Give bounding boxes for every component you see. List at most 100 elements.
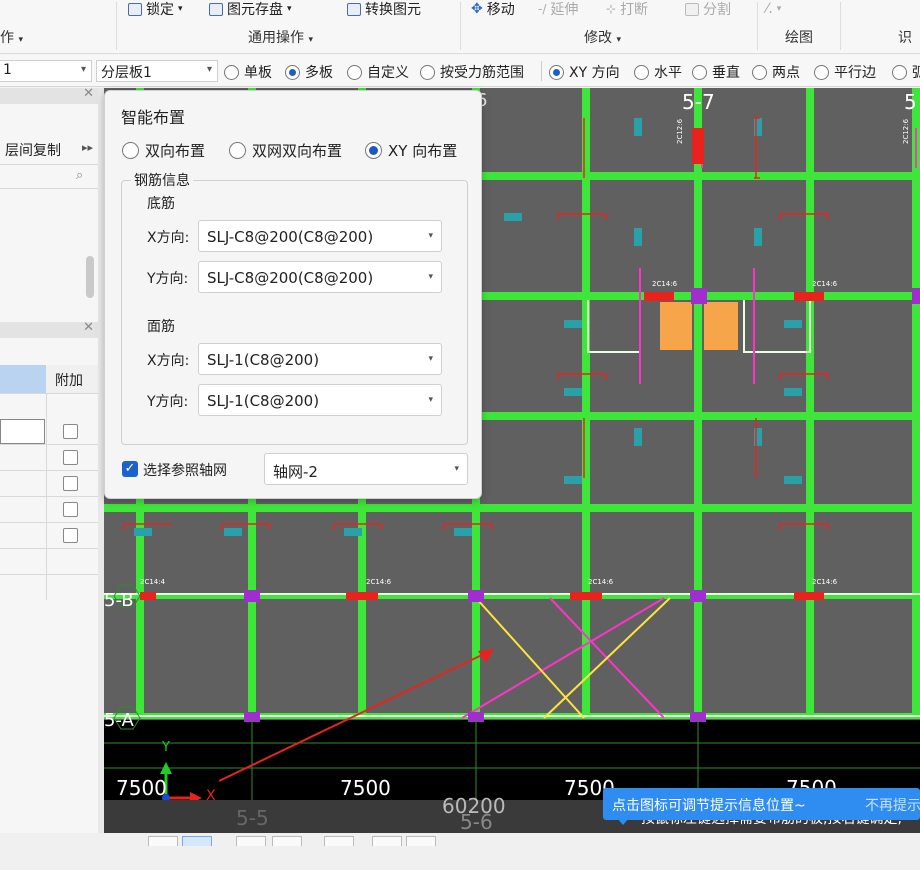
bottom-rebar-label: 底筋 [147,196,175,212]
dismiss-hint-link[interactable]: 不再提示 [865,795,920,815]
opening [660,302,692,350]
axis-label-bottom: 5-5 [236,806,269,830]
close-icon[interactable]: ✕ [83,320,94,335]
span-dimension: 7500 [340,776,391,800]
hint-tooltip[interactable]: 点击图标可调节提示信息位置~ 不再提示 [603,788,920,825]
rebar-label: 2C14:6 [812,578,838,586]
split-button[interactable]: 分割 [685,0,731,18]
chevron-down-icon: ▾ [454,464,459,474]
move-button[interactable]: ✥ 移动 [471,0,515,18]
radio-bidirectional[interactable]: 双向布置 [122,140,205,161]
bottom-x-select[interactable]: SLJ-C8@200(C8@200) ▾ [198,220,442,252]
draw-tool-button[interactable]: ⁄. ▾ [766,0,781,18]
dialog-title: 智能布置 [121,108,186,127]
panel-titlebar: ✕ [0,320,98,338]
divider [541,61,542,81]
group-modify[interactable]: 修改 ▾ [584,27,621,47]
radio-icon [420,64,435,80]
divider [840,2,841,50]
divider [460,2,461,50]
scrollbar-thumb[interactable] [86,256,94,298]
group-draw: 绘图 [785,30,813,46]
extend-icon: -/ [538,2,547,16]
toolbar-button[interactable] [182,836,212,846]
chevron-down-icon: ▾ [206,64,212,75]
steel-info-label: 钢筋信息 [131,170,193,190]
save-element-icon [209,2,223,16]
toolbar-button[interactable] [148,836,178,846]
pen-icon: ⁄. [766,1,773,17]
chevron-down-icon: ▾ [428,272,433,282]
axis-label-left: 5-B [104,590,134,611]
span-dimension: 7500 [116,776,167,800]
radio-by-rebar-range[interactable]: 按受力筋范围 [420,62,524,82]
extend-button[interactable]: -/ 延伸 [538,0,578,18]
divider [0,164,98,165]
bottom-y-select[interactable]: SLJ-C8@200(C8@200) ▾ [198,261,442,293]
group-common-ops[interactable]: 通用操作 ▾ [248,27,313,47]
radio-custom[interactable]: 自定义 [347,62,409,82]
radio-vertical[interactable]: 垂直 [692,62,740,82]
axis-label-left: 5-A [104,710,134,731]
top-y-select[interactable]: SLJ-1(C8@200) ▾ [198,384,442,416]
radio-icon [122,142,139,159]
toolbar-button[interactable] [236,836,266,846]
layer-select[interactable]: 分层板1 ▾ [96,60,218,82]
top-x-select[interactable]: SLJ-1(C8@200) ▾ [198,343,442,375]
toolbar-button[interactable] [324,836,354,846]
toolbar-button[interactable] [406,836,436,846]
radio-multi-slab[interactable]: 多板 [285,62,333,82]
floor-copy-button[interactable]: 层间复制 [5,140,61,160]
radio-single-slab[interactable]: 单板 [224,62,272,82]
toolbar-button[interactable] [372,836,402,846]
radio-horizontal[interactable]: 水平 [634,62,682,82]
chevron-down-icon: ▾ [428,395,433,405]
radio-xy-direction[interactable]: XY 方向 [549,62,620,82]
search-icon[interactable]: ⌕ [76,168,83,183]
rebar-label: 2C12:6 [902,118,910,144]
axis-label-top: 5-7 [682,90,715,114]
axis-label-top: 5 [904,90,917,114]
radio-two-points[interactable]: 两点 [752,62,800,82]
toolbar-button[interactable] [272,836,302,846]
hint-pointer [617,818,629,825]
extra-checkbox[interactable] [63,528,78,543]
left-panel: ✕ 层间复制 ▸▸ ⌕ ✕ 附加 [0,86,98,870]
extra-checkbox[interactable] [63,450,78,465]
save-element-button[interactable]: 图元存盘 ▾ [209,0,292,18]
close-icon[interactable]: ✕ [83,86,94,101]
divider [0,496,98,497]
extra-checkbox[interactable] [63,424,78,439]
radio-icon [229,142,246,159]
ref-grid-label: 选择参照轴网 [143,463,227,479]
radio-icon [814,64,829,80]
ref-grid-select[interactable]: 轴网-2 ▾ [264,453,468,485]
break-icon: ⊹ [606,2,617,16]
chevron-down-icon: ▾ [428,231,433,241]
ref-grid-checkbox[interactable]: ✓ [122,461,138,477]
lock-button[interactable]: 锁定 ▾ [128,0,183,18]
expand-icon[interactable]: ▸▸ [82,141,93,154]
radio-xy-layout[interactable]: XY 向布置 [365,140,457,161]
convert-icon [347,2,361,16]
divider [0,470,98,471]
top-x-label: X方向: [147,353,190,369]
convert-element-button[interactable]: 转换图元 [347,0,421,18]
break-button[interactable]: ⊹ 打断 [606,0,648,18]
axis-label-bottom: 5-6 [460,810,493,834]
extra-checkbox[interactable] [63,476,78,491]
radio-icon [224,64,239,80]
column-header-extra: 附加 [46,365,98,393]
smart-layout-dialog: 智能布置 双向布置 双网双向布置 XY 向布置 钢筋信息 底筋 X方向: SLJ… [104,90,482,499]
radio-double-net[interactable]: 双网双向布置 [229,140,342,161]
floor-select[interactable]: 1 ▾ [0,60,92,82]
divider [757,2,758,50]
radio-icon [285,64,300,80]
radio-arc[interactable]: 弧 [892,62,920,82]
radio-parallel-edge[interactable]: 平行边 [814,62,876,82]
bottom-y-label: Y方向: [147,271,189,287]
table-cell-input[interactable] [0,419,45,444]
divider [0,444,98,445]
extra-checkbox[interactable] [63,502,78,517]
group-left[interactable]: 作 ▾ [0,27,23,47]
